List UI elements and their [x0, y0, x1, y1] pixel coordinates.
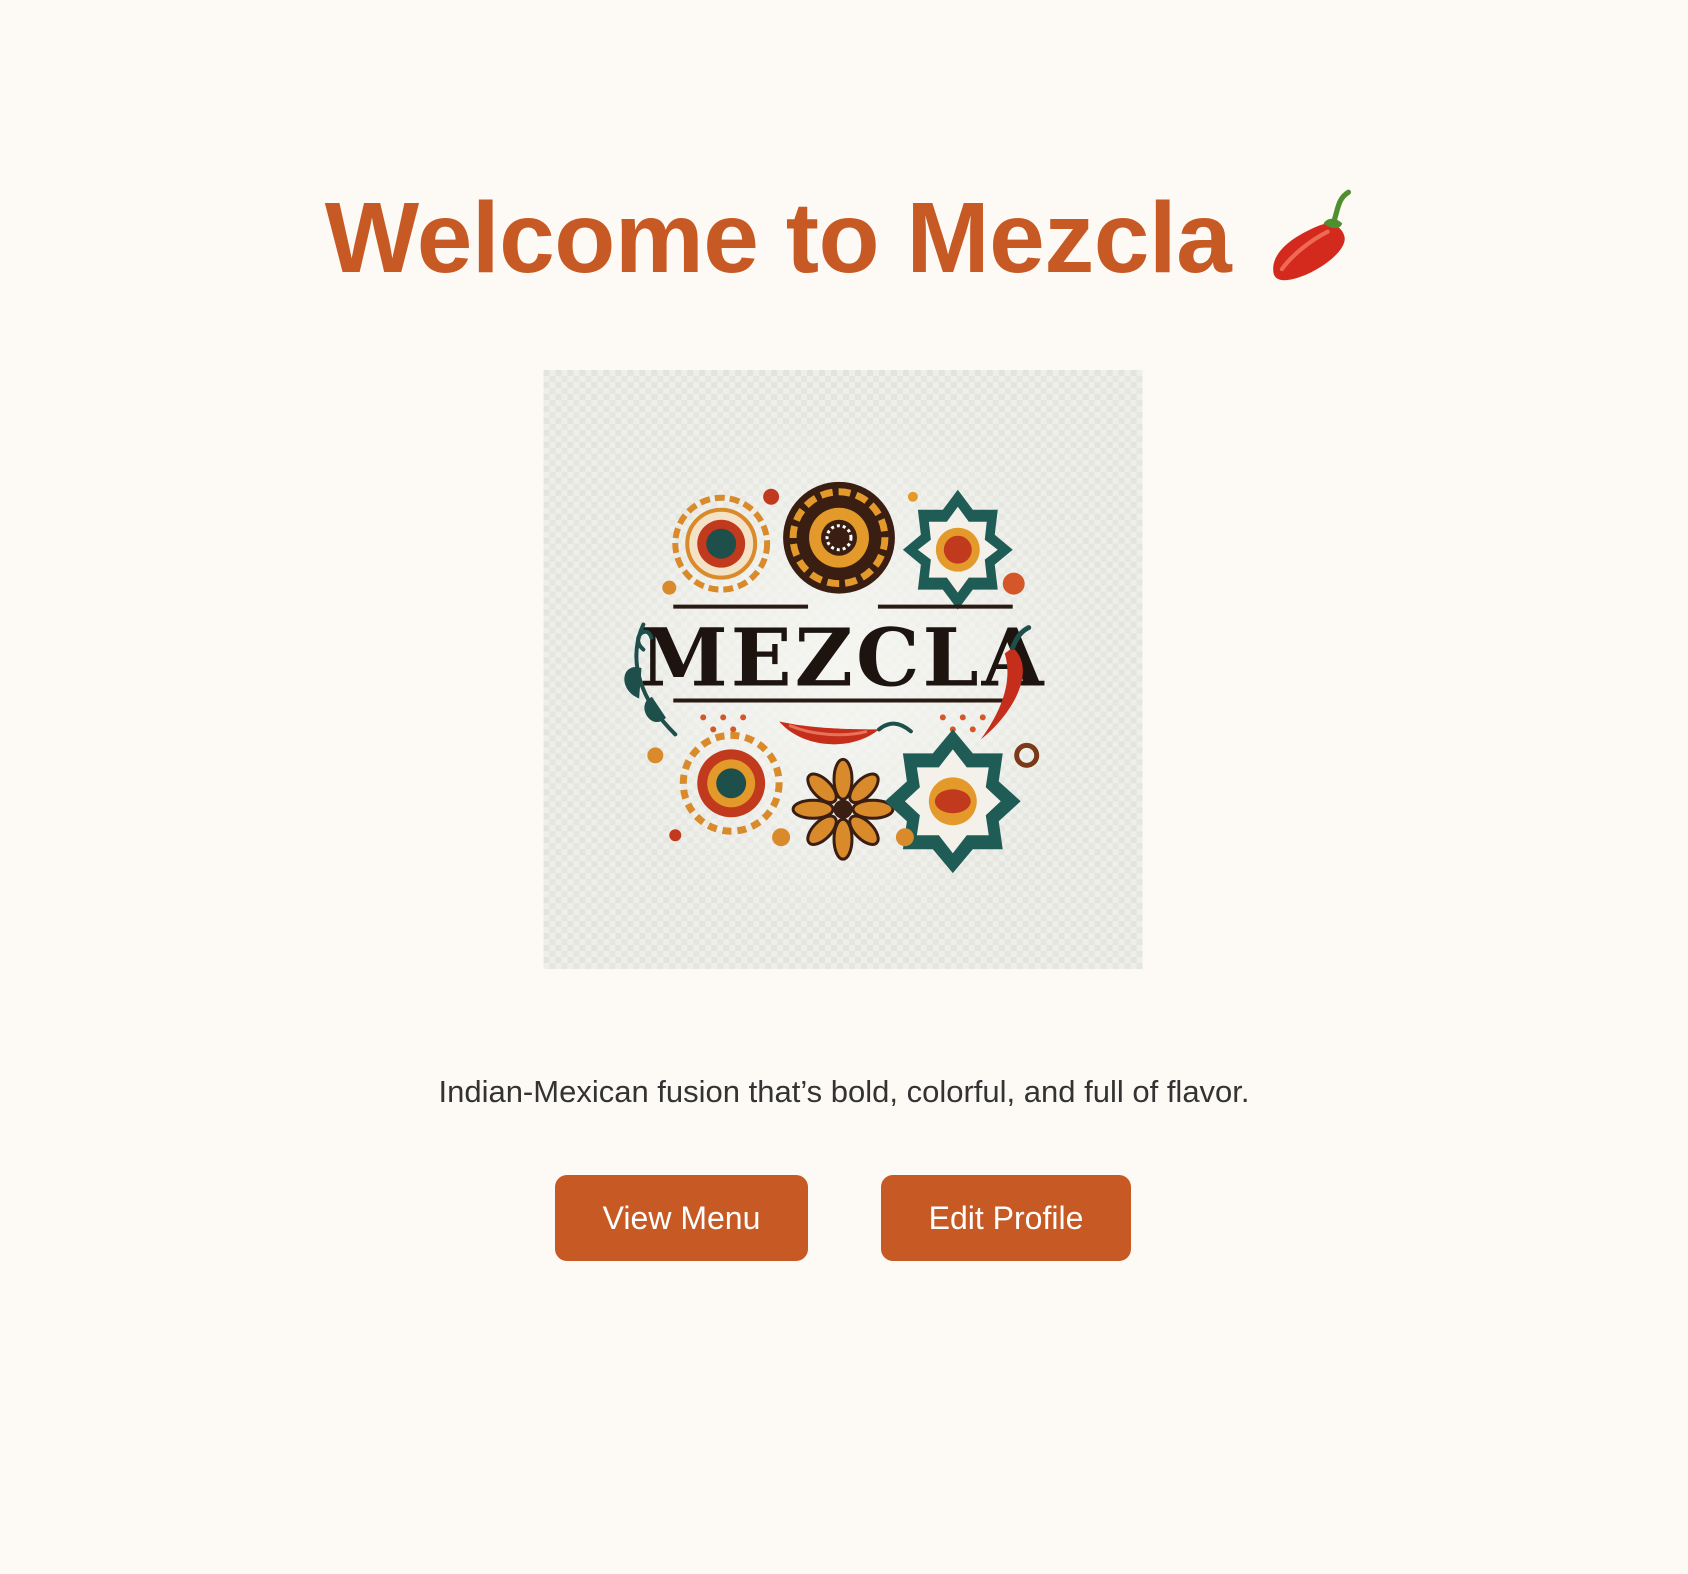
view-menu-button[interactable]: View Menu [555, 1175, 808, 1261]
page-title: Welcome to Mezcla [0, 178, 1688, 298]
welcome-page: Welcome to Mezcla MEZCLA Indian-Mexican … [0, 0, 1688, 1574]
edit-profile-button[interactable]: Edit Profile [881, 1175, 1131, 1261]
top-center-medallion [783, 481, 895, 594]
mezcla-logo: MEZCLA [543, 370, 1143, 969]
chili-pepper-icon [1273, 189, 1352, 281]
bottom-left-medallion [679, 731, 783, 835]
logo-wordmark: MEZCLA [639, 610, 1046, 704]
tagline: Indian-Mexican fusion that’s bold, color… [438, 1074, 1250, 1109]
page-title-text: Welcome to Mezcla [324, 182, 1232, 294]
